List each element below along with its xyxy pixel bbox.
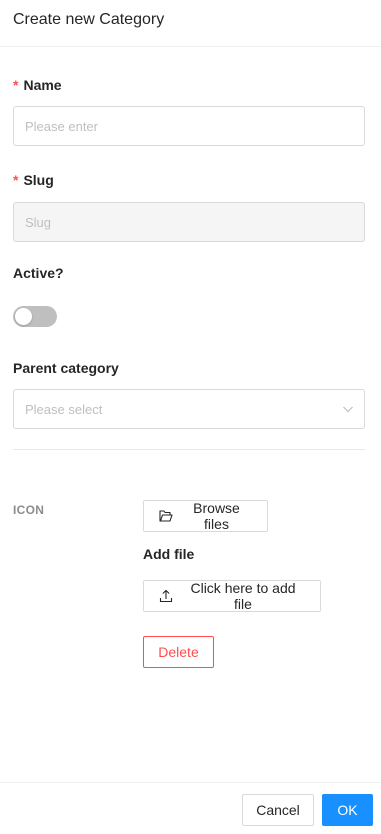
cancel-button[interactable]: Cancel [242, 794, 314, 826]
upload-icon [159, 589, 173, 603]
icon-section-label: ICON [13, 503, 45, 517]
cancel-button-label: Cancel [256, 802, 300, 818]
parent-category-label: Parent category [13, 360, 119, 376]
delete-button-label: Delete [158, 644, 199, 660]
required-mark: * [13, 172, 19, 188]
add-file-heading: Add file [143, 546, 195, 562]
browse-files-button[interactable]: Browse files [143, 500, 268, 532]
name-label: * Name [13, 77, 62, 93]
parent-category-select[interactable]: Please select [13, 389, 365, 429]
slug-label: * Slug [13, 172, 54, 188]
drawer-footer: Cancel OK [0, 782, 381, 834]
drawer-title: Create new Category [13, 11, 165, 28]
parent-category-placeholder: Please select [25, 402, 103, 417]
slug-label-text: Slug [23, 172, 54, 188]
toggle-knob [15, 308, 32, 325]
chevron-down-icon [343, 406, 353, 413]
folder-open-icon [159, 510, 173, 522]
active-label: Active? [13, 265, 64, 281]
add-file-button-label: Click here to add file [190, 580, 296, 612]
drawer-header: Create new Category [0, 0, 381, 47]
add-file-button[interactable]: Click here to add file [143, 580, 321, 612]
create-category-drawer: Create new Category *Name *Slug Active? … [0, 0, 381, 834]
delete-button[interactable]: Delete [143, 636, 214, 668]
ok-button[interactable]: OK [322, 794, 373, 826]
required-mark: * [13, 77, 19, 93]
divider [13, 449, 365, 450]
browse-files-label: Browse files [193, 500, 240, 532]
name-label-text: Name [23, 77, 62, 93]
name-input[interactable] [13, 106, 365, 146]
ok-button-label: OK [337, 802, 358, 818]
slug-input [13, 202, 365, 242]
active-toggle[interactable] [13, 306, 57, 327]
